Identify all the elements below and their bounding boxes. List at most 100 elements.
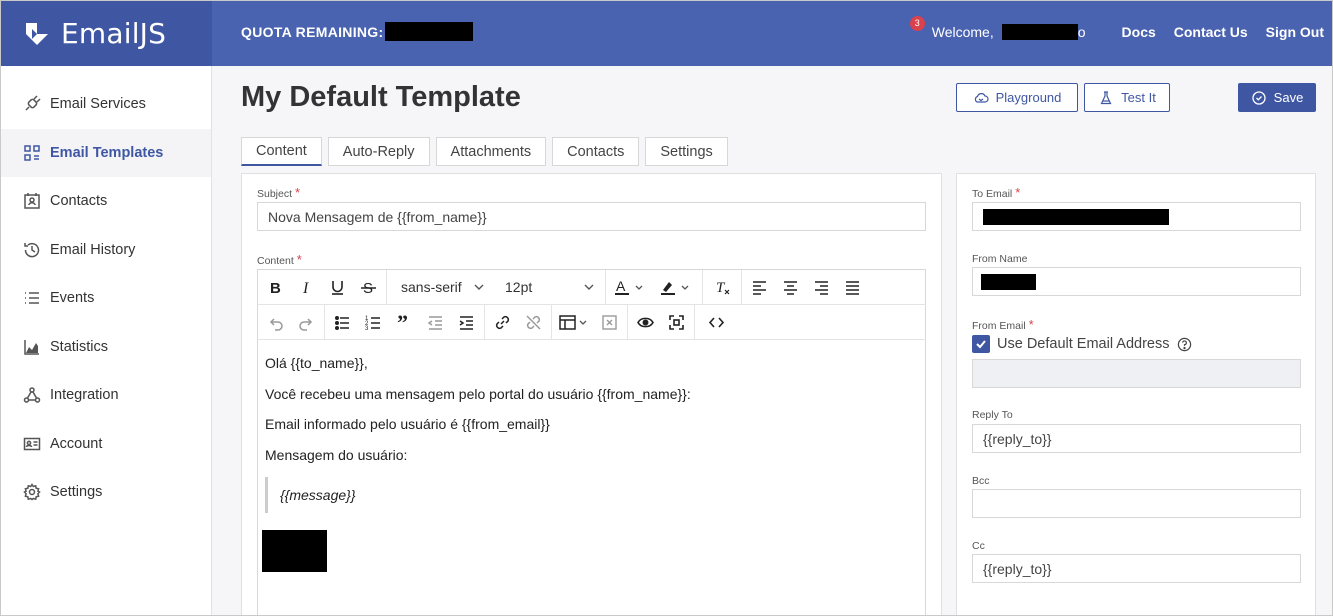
italic-button[interactable]: I	[291, 270, 322, 305]
subject-input[interactable]: Nova Mensagem de {{from_name}}	[257, 202, 926, 231]
sidebar-item-statistics[interactable]: Statistics	[1, 323, 211, 372]
sign-out-link[interactable]: Sign Out	[1266, 24, 1324, 40]
underline-button[interactable]	[322, 270, 353, 305]
outdent-icon	[427, 315, 442, 330]
sidebar-item-label: Settings	[50, 484, 103, 501]
svg-text:I: I	[302, 280, 309, 296]
blockquote-button[interactable]: ”	[389, 305, 420, 340]
reply-to-label: Reply To	[972, 409, 1013, 421]
playground-button[interactable]: Playground	[956, 83, 1078, 112]
toolbar-divider	[551, 304, 552, 340]
chevron-down-icon	[584, 284, 594, 290]
source-code-button[interactable]	[697, 305, 735, 340]
sidebar-item-events[interactable]: Events	[1, 274, 211, 323]
use-default-email-checkbox[interactable]	[972, 335, 990, 353]
sidebar-item-account[interactable]: Account	[1, 420, 211, 469]
contact-us-link[interactable]: Contact Us	[1174, 24, 1248, 40]
bcc-input[interactable]	[972, 489, 1301, 518]
cc-input[interactable]: {{reply_to}}	[972, 554, 1301, 583]
align-right-button[interactable]	[806, 270, 837, 305]
svg-text:A: A	[616, 279, 626, 294]
undo-button[interactable]	[260, 305, 291, 340]
help-icon[interactable]	[1177, 337, 1192, 352]
redacted-from-name	[981, 273, 1036, 290]
subject-label: Subject *	[257, 185, 301, 200]
font-family-select[interactable]: sans-serif	[389, 270, 493, 305]
numbered-list-button[interactable]: 123	[358, 305, 389, 340]
from-name-input[interactable]	[972, 267, 1301, 296]
align-center-icon	[784, 280, 797, 295]
code-icon	[708, 316, 724, 328]
strikethrough-button[interactable]: S	[353, 270, 384, 305]
redacted-image	[262, 530, 327, 572]
flask-icon	[1100, 90, 1112, 104]
link-button[interactable]	[487, 305, 518, 340]
content-line: Você recebeu uma mensagem pelo portal do…	[265, 386, 691, 402]
sidebar-item-email-templates[interactable]: Email Templates	[1, 128, 211, 177]
editor-toolbar-row-2: 123 ”	[257, 304, 926, 340]
reply-to-input[interactable]: {{reply_to}}	[972, 424, 1301, 453]
preview-button[interactable]	[630, 305, 661, 340]
svg-text:3: 3	[365, 326, 369, 331]
sidebar-item-settings[interactable]: Settings	[1, 468, 211, 517]
tab-content[interactable]: Content	[241, 137, 322, 166]
indent-button[interactable]	[451, 305, 482, 340]
bullet-list-button[interactable]	[327, 305, 358, 340]
bold-icon: B	[270, 280, 281, 296]
integration-icon	[23, 387, 41, 403]
tab-attachments[interactable]: Attachments	[435, 137, 547, 166]
history-icon	[24, 242, 40, 258]
fullscreen-button[interactable]	[661, 305, 692, 340]
redacted-quota	[385, 22, 474, 42]
cloud-icon	[974, 92, 989, 103]
align-left-button[interactable]	[744, 270, 775, 305]
highlight-color-button[interactable]	[654, 270, 700, 305]
top-header: EmailJS QUOTA REMAINING: 3 Welcome, o Do…	[1, 1, 1332, 66]
toolbar-divider	[694, 304, 695, 340]
sidebar-item-email-services[interactable]: Email Services	[1, 80, 211, 129]
text-color-button[interactable]: A	[608, 270, 654, 305]
logo[interactable]: EmailJS	[1, 1, 212, 66]
notification-badge[interactable]: 3	[909, 16, 925, 31]
sidebar-item-contacts[interactable]: Contacts	[1, 177, 211, 226]
save-button[interactable]: Save	[1238, 83, 1316, 112]
sidebar-item-label: Email Templates	[50, 144, 164, 161]
outdent-button[interactable]	[420, 305, 451, 340]
redo-button[interactable]	[291, 305, 322, 340]
save-label: Save	[1273, 90, 1304, 105]
from-email-label: From Email *	[972, 317, 1034, 332]
link-icon	[495, 315, 510, 329]
cc-label: Cc	[972, 540, 985, 552]
justify-button[interactable]	[837, 270, 868, 305]
table-button[interactable]	[554, 305, 594, 340]
font-size-select[interactable]: 12pt	[493, 270, 603, 305]
sidebar-item-integration[interactable]: Integration	[1, 371, 211, 420]
underline-icon	[332, 280, 343, 295]
undo-icon	[269, 317, 283, 331]
template-tabs: Content Auto-Reply Attachments Contacts …	[241, 137, 734, 166]
clear-formatting-button[interactable]: T	[705, 270, 739, 305]
sidebar: Email Services Email Templates Contacts …	[1, 66, 212, 615]
tab-contacts[interactable]: Contacts	[552, 137, 640, 166]
test-it-button[interactable]: Test It	[1084, 83, 1170, 112]
app-window: EmailJS QUOTA REMAINING: 3 Welcome, o Do…	[0, 0, 1333, 616]
bold-button[interactable]: B	[260, 270, 291, 305]
unlink-button[interactable]	[518, 305, 549, 340]
gear-icon	[23, 483, 41, 501]
svg-text:B: B	[270, 280, 281, 296]
remove-button[interactable]	[594, 305, 625, 340]
tab-auto-reply[interactable]: Auto-Reply	[327, 137, 430, 166]
sidebar-item-label: Events	[50, 290, 95, 307]
from-name-label: From Name	[972, 253, 1028, 265]
unlink-icon	[526, 314, 541, 330]
justify-icon	[846, 280, 859, 295]
align-center-button[interactable]	[775, 270, 806, 305]
tab-settings[interactable]: Settings	[645, 137, 728, 166]
eye-icon	[637, 317, 654, 327]
sidebar-item-email-history[interactable]: Email History	[1, 226, 211, 275]
toolbar-divider	[386, 269, 387, 305]
to-email-input[interactable]	[972, 202, 1301, 231]
docs-link[interactable]: Docs	[1122, 24, 1156, 40]
editor-content[interactable]: Olá {{to_name}}, Você recebeu uma mensag…	[257, 340, 926, 612]
highlight-icon	[661, 281, 689, 295]
